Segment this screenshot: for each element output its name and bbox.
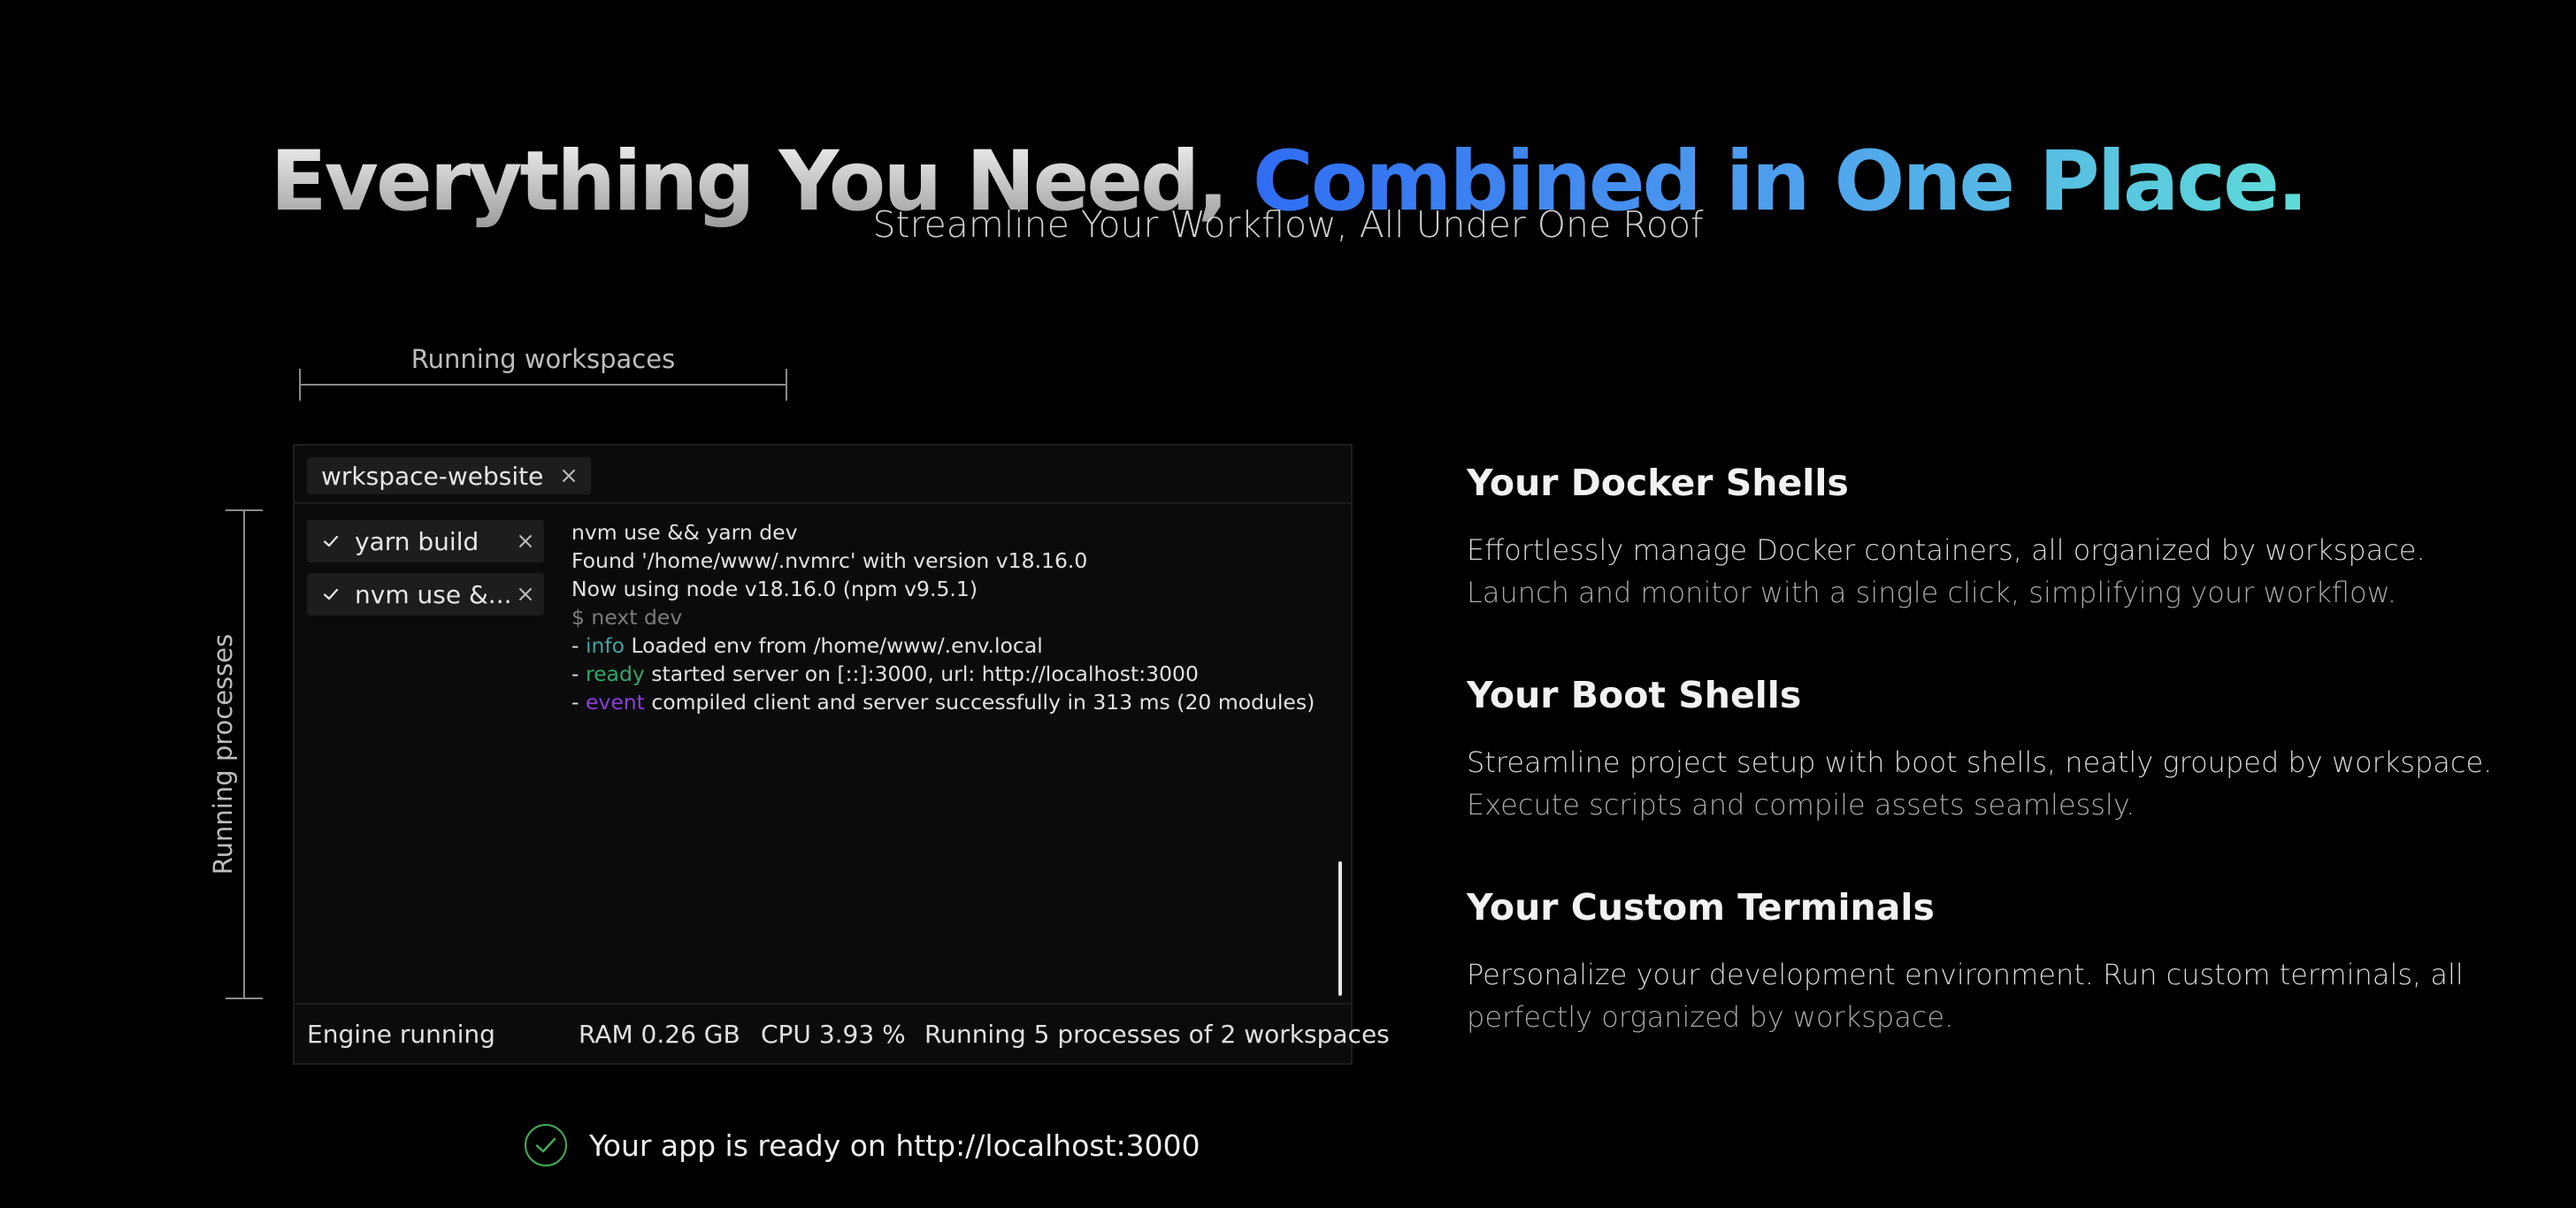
terminal-window: wrkspace-website yarn build nvm use &... [293,444,1390,1065]
workspace-tab-bar: wrkspace-website [295,446,1351,504]
log-text: Loaded env from /home/www/.env.local [625,633,1043,658]
feature-line: Effortlessly manage Docker containers, a… [1467,533,2426,567]
log-tag-event: event [585,690,645,715]
log-prefix: - [571,661,586,686]
process-item-nvm-use[interactable]: nvm use &... [307,573,544,615]
process-item-yarn-build[interactable]: yarn build [307,520,544,562]
log-line: - info Loaded env from /home/www/.env.lo… [571,631,1315,660]
app-ready-text: Your app is ready on http://localhost:30… [589,1128,1200,1163]
terminal-output: nvm use && yarn dev Found '/home/www/.nvm… [571,518,1315,716]
log-text: compiled client and server successfully … [644,690,1315,715]
feature-line: Personalize your development environment… [1467,958,2464,991]
feature-line: Execute scripts and compile assets seaml… [1467,788,2135,822]
terminal-scrollbar[interactable] [1338,861,1342,996]
status-bar: Engine running RAM 0.26 GB CPU 3.93 % Ru… [295,1003,1390,1063]
log-tag-ready: ready [585,661,645,686]
log-tag-info: info [585,633,625,658]
log-prefix: - [571,633,586,658]
cpu-usage: CPU 3.93 % [761,1020,906,1049]
ram-usage: RAM 0.26 GB [579,1020,740,1049]
check-icon [321,585,341,604]
feature-line: Streamline project setup with boot shell… [1467,745,2493,779]
close-icon[interactable] [516,585,535,604]
engine-status: Engine running [307,1020,495,1049]
log-line: - ready started server on [::]:3000, url… [571,660,1315,688]
feature-line: Launch and monitor with a single click, … [1467,576,2396,609]
log-line: nvm use && yarn dev [571,520,798,545]
feature-body-custom-terminals: Personalize your development environment… [1467,953,2484,1038]
check-circle-icon [524,1123,568,1167]
workspace-tab[interactable]: wrkspace-website [307,457,592,494]
feature-title-boot-shells: Your Boot Shells [1467,674,1802,716]
landing-page: Everything You Need, Combined in One Pla… [0,0,2576,1208]
log-line: Now using node v18.16.0 (npm v9.5.1) [571,577,978,601]
check-icon [321,531,341,551]
running-workspaces-label: Running workspaces [410,344,676,374]
feature-title-custom-terminals: Your Custom Terminals [1467,886,1935,929]
feature-title-docker-shells: Your Docker Shells [1467,462,1849,504]
page-subtitle: Streamline Your Workflow, All Under One … [872,203,1704,246]
process-item-label: yarn build [355,526,479,556]
close-icon[interactable] [559,466,579,485]
close-icon[interactable] [516,531,535,551]
process-summary: Running 5 processes of 2 workspaces [924,1020,1390,1049]
log-text: started server on [::]:3000, url: http:/… [644,661,1199,686]
running-workspaces-bracket [299,369,787,401]
feature-line: perfectly organized by workspace. [1467,1000,1954,1034]
process-item-label: nvm use &... [355,579,512,609]
feature-body-docker-shells: Effortlessly manage Docker containers, a… [1467,529,2484,614]
workspace-tab-label: wrkspace-website [321,461,544,491]
running-processes-label: Running processes [208,633,238,875]
log-line: $ next dev [571,605,683,630]
running-processes-bracket [226,509,263,999]
log-prefix: - [571,690,586,715]
log-line: - event compiled client and server succe… [571,688,1315,716]
app-ready-notice: Your app is ready on http://localhost:30… [524,1123,1200,1167]
log-line: Found '/home/www/.nvmrc' with version v1… [571,548,1088,573]
feature-body-boot-shells: Streamline project setup with boot shell… [1467,741,2493,826]
